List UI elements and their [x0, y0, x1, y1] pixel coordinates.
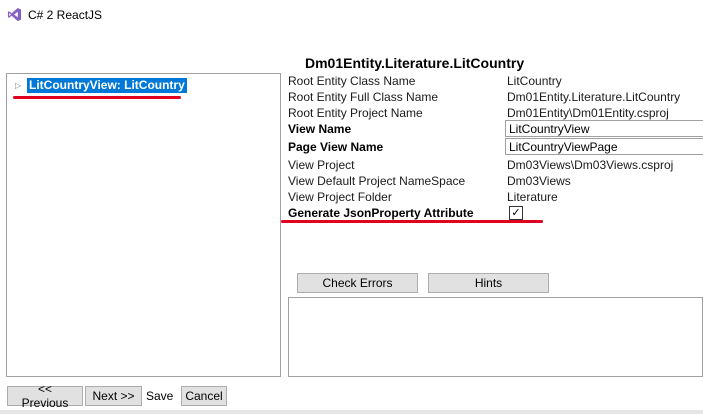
- prop-value: Dm01Entity\Dm01Entity.csproj: [507, 106, 669, 120]
- prop-row-view-name: View Name: [288, 120, 703, 137]
- view-tree[interactable]: ▷ LitCountryView: LitCountry: [6, 73, 281, 377]
- view-name-input[interactable]: [505, 120, 703, 137]
- prop-row-view-default-namespace: View Default Project NameSpace Dm03Views: [288, 173, 703, 189]
- prop-label: View Project Folder: [288, 190, 392, 204]
- cancel-button[interactable]: Cancel: [181, 386, 227, 406]
- prop-label: Root Entity Class Name: [288, 74, 416, 88]
- next-button[interactable]: Next >>: [85, 386, 142, 406]
- prop-label: Page View Name: [288, 140, 384, 154]
- entity-heading: Dm01Entity.Literature.LitCountry: [305, 55, 525, 71]
- prop-row-view-project: View Project Dm03Views\Dm03Views.csproj: [288, 157, 703, 173]
- prop-row-root-entity-project: Root Entity Project Name Dm01Entity\Dm01…: [288, 105, 703, 121]
- previous-button[interactable]: << Previous: [7, 382, 83, 410]
- prop-label: Generate JsonProperty Attribute: [288, 206, 474, 220]
- generate-json-property-checkbox[interactable]: ✓: [509, 206, 523, 220]
- visual-studio-icon: [7, 7, 22, 22]
- prop-value: LitCountry: [507, 74, 562, 88]
- save-label[interactable]: Save: [146, 389, 173, 403]
- window-title: C# 2 ReactJS: [28, 8, 103, 22]
- tree-item-litcountryview[interactable]: ▷ LitCountryView: LitCountry: [15, 77, 187, 93]
- annotation-underline-tree: [13, 96, 181, 99]
- check-errors-button[interactable]: Check Errors: [297, 273, 418, 293]
- prop-value: Literature: [507, 190, 558, 204]
- triangle-right-icon[interactable]: ▷: [15, 81, 27, 90]
- output-panel[interactable]: [288, 297, 703, 377]
- prop-row-root-entity-full-class: Root Entity Full Class Name Dm01Entity.L…: [288, 89, 703, 105]
- prop-label: Root Entity Project Name: [288, 106, 423, 120]
- annotation-underline-checkbox: [281, 220, 543, 223]
- prop-row-view-project-folder: View Project Folder Literature: [288, 189, 703, 205]
- tree-item-label: LitCountryView: LitCountry: [27, 77, 187, 93]
- prop-row-generate-json-property: Generate JsonProperty Attribute ✓: [288, 205, 703, 221]
- prop-value: Dm01Entity.Literature.LitCountry: [507, 90, 681, 104]
- prop-label: Root Entity Full Class Name: [288, 90, 439, 104]
- prop-value: Dm03Views\Dm03Views.csproj: [507, 158, 674, 172]
- prop-label: View Default Project NameSpace: [288, 174, 466, 188]
- page-view-name-input[interactable]: [505, 138, 703, 155]
- prop-row-page-view-name: Page View Name: [288, 138, 703, 155]
- prop-label: View Project: [288, 158, 355, 172]
- prop-label: View Name: [288, 122, 352, 136]
- prop-value: Dm03Views: [507, 174, 571, 188]
- prop-row-root-entity-class: Root Entity Class Name LitCountry: [288, 73, 703, 89]
- hints-button[interactable]: Hints: [428, 273, 549, 293]
- bottom-divider: [0, 410, 703, 414]
- title-bar: C# 2 ReactJS: [0, 0, 703, 30]
